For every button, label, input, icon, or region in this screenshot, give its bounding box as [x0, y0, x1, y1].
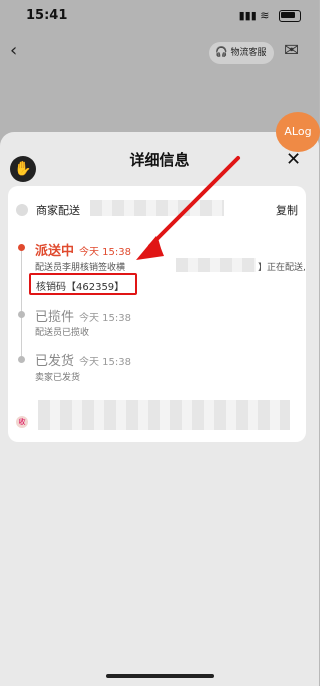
arrow-tip	[136, 236, 164, 260]
home-indicator	[106, 674, 214, 678]
annotation-arrow	[136, 156, 240, 260]
arrow-shaft	[148, 156, 240, 248]
